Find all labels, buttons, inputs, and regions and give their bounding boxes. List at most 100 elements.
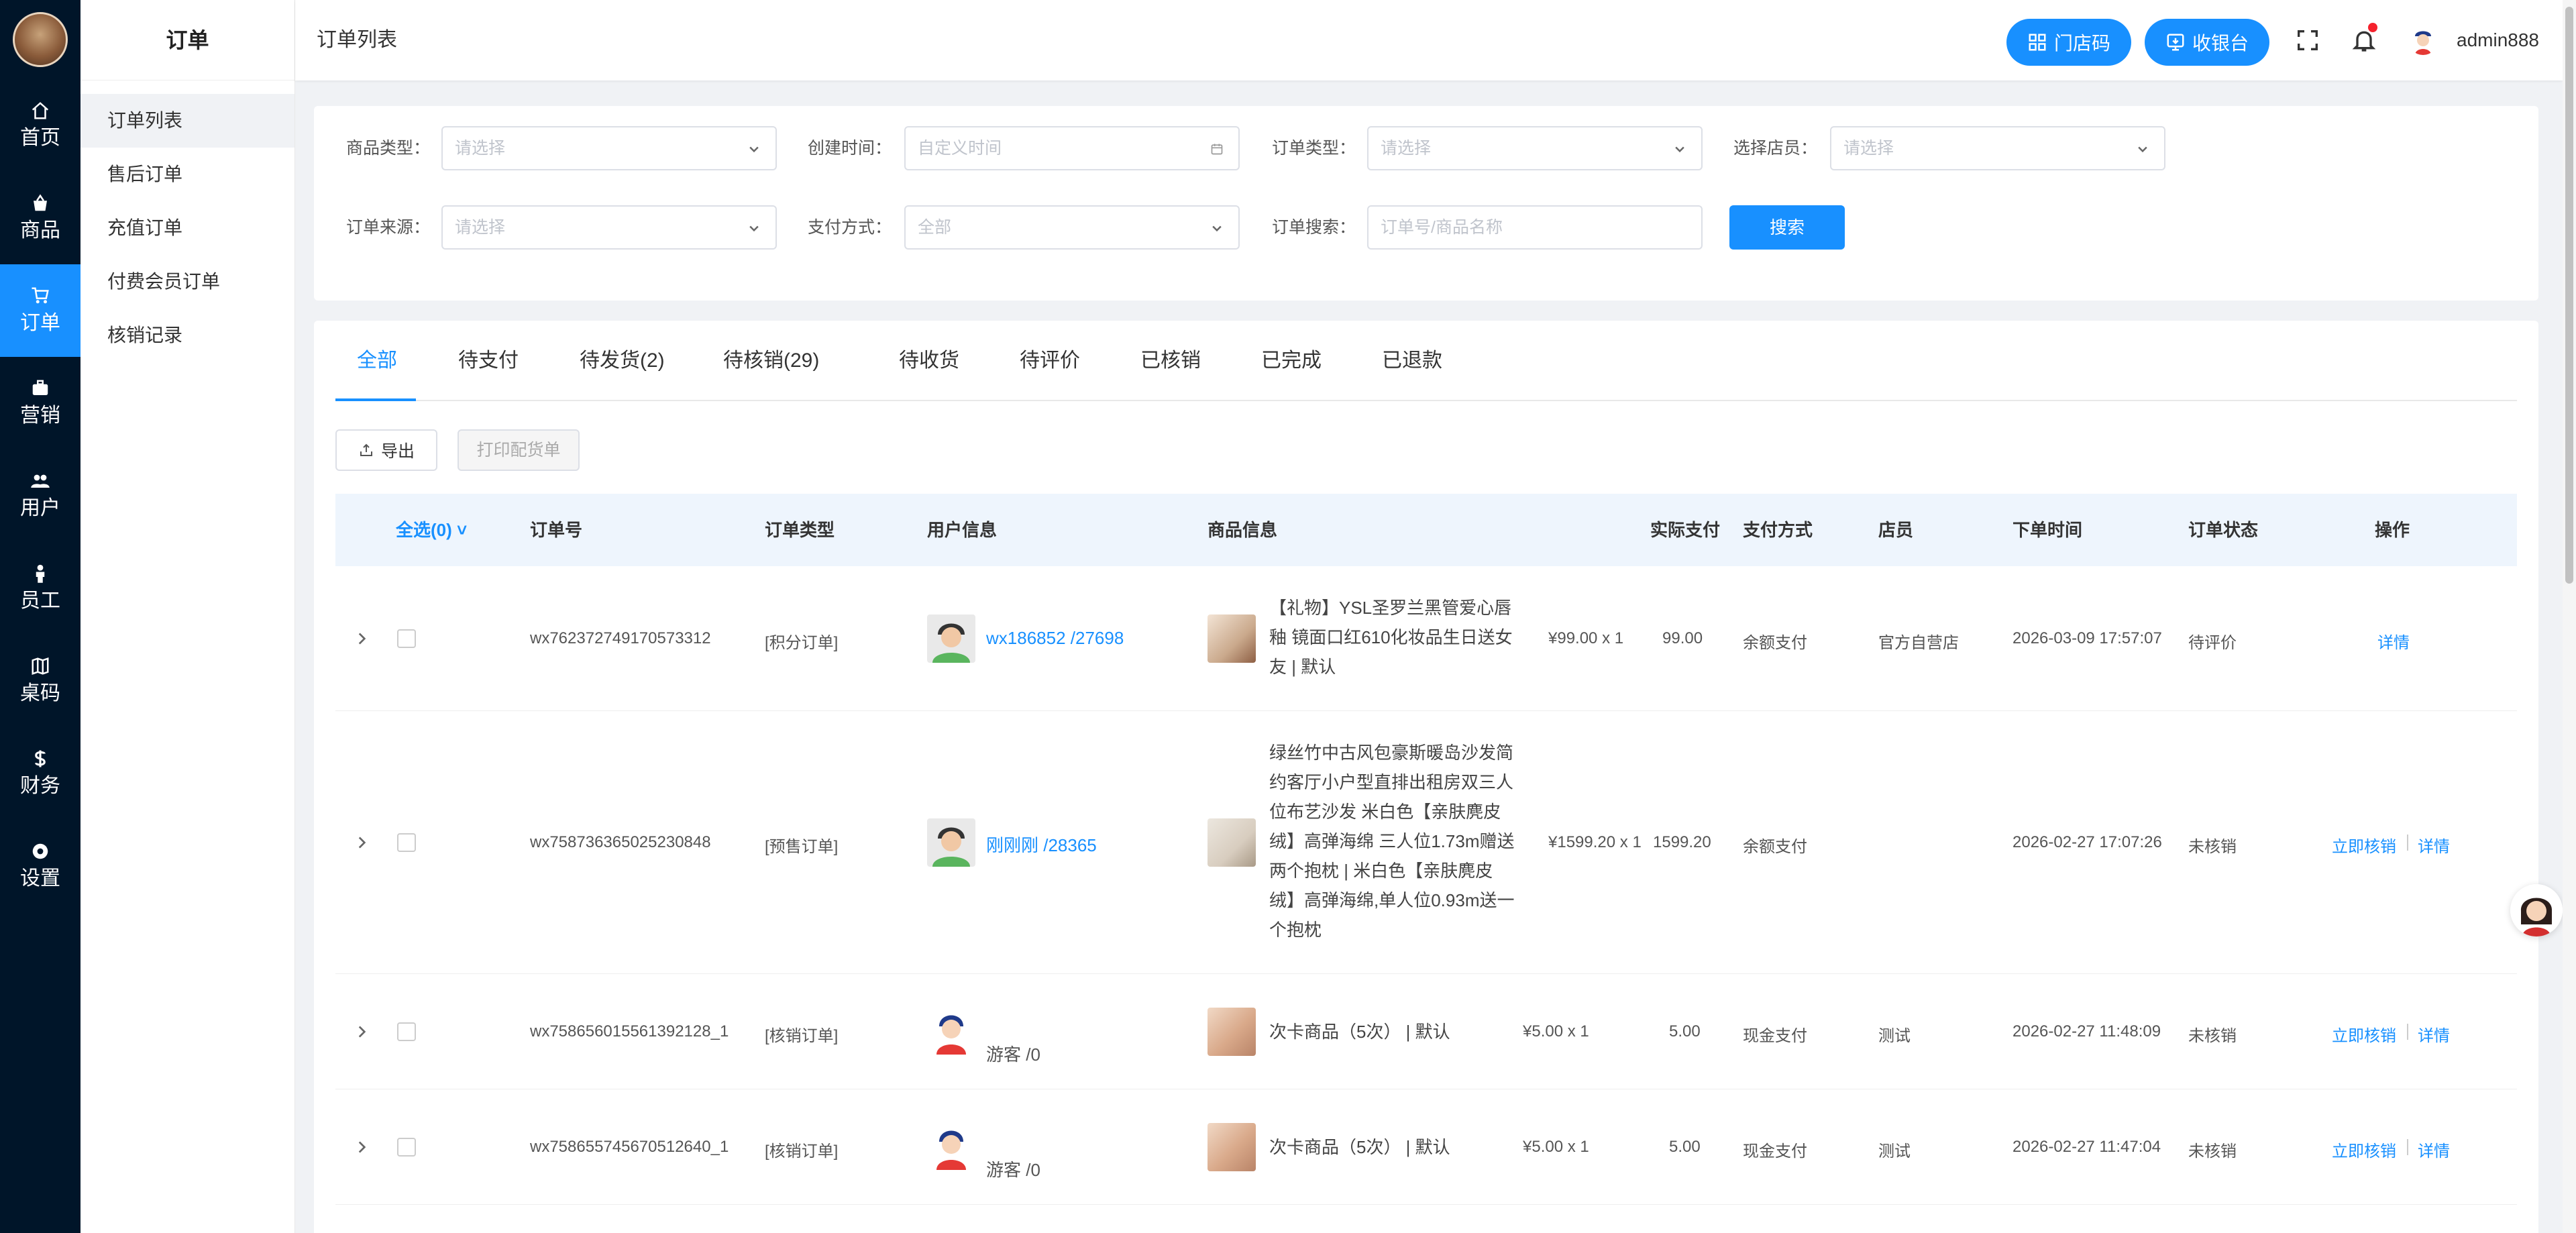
users-icon [31,474,50,488]
clerk-select[interactable]: 请选择 [1830,126,2165,170]
tab-refunded[interactable]: 已退款 [1382,321,1442,401]
detail-link[interactable]: 详情 [2418,833,2450,857]
home-icon [32,102,49,119]
search-button[interactable]: 搜索 [1729,205,1845,250]
column-order-type: 订单类型 [765,520,835,540]
scrollbar-thumb[interactable] [2565,7,2573,584]
pay-method: 现金支付 [1743,1142,1807,1161]
user-avatar [927,614,975,663]
order-time: 2026-03-09 17:57:07 [2012,629,2162,647]
row-checkbox[interactable] [397,629,416,648]
map-icon [32,657,49,675]
subnav-item-paid-member[interactable]: 付费会员订单 [80,255,294,309]
source-select[interactable]: 请选择 [441,205,777,250]
product-thumbnail [1208,1008,1256,1056]
tab-pending-receipt[interactable]: 待收货 [899,321,959,401]
detail-link[interactable]: 详情 [2418,1138,2450,1161]
chevron-right-icon[interactable] [353,630,370,647]
detail-link[interactable]: 详情 [2418,1022,2450,1046]
row-checkbox[interactable] [397,1022,416,1041]
section-title: 订单 [80,0,294,81]
source-label: 订单来源： [346,218,431,237]
customer-service-button[interactable] [2510,884,2563,936]
product-title: 绿丝竹中古风包豪斯暖岛沙发简 约客厅小户型直排出租房双三人 位布艺沙发 米白色【… [1269,743,1515,940]
row-checkbox[interactable] [397,1138,416,1157]
sidebar-item-users[interactable]: 用户 [0,449,80,542]
column-order-no: 订单号 [530,520,583,540]
user-link[interactable]: 刚刚刚 /28365 [986,832,1097,857]
chevron-down-icon [1212,225,1222,232]
select-all-label: 全选(0) [396,520,452,540]
tab-written-off[interactable]: 已核销 [1140,321,1201,401]
paid-amount: 1599.20 [1653,833,1711,851]
writeoff-now-link[interactable]: 立即核销 [2332,1022,2396,1046]
order-type-select[interactable]: 请选择 [1367,126,1703,170]
user-avatar [927,818,975,867]
price-qty: ¥5.00 x 1 [1523,1022,1589,1040]
subnav-item-after-sales[interactable]: 售后订单 [80,148,294,201]
detail-link[interactable]: 详情 [2377,629,2410,653]
clerk: 官方自营店 [1878,634,1959,652]
tab-pending-payment[interactable]: 待支付 [458,321,519,401]
select-all-dropdown[interactable]: 全选(0) ˅ [396,494,467,566]
chevron-right-icon[interactable] [353,1138,370,1156]
subnav-item-order-list[interactable]: 订单列表 [80,94,294,148]
sidebar-item-label: 设置 [20,867,60,890]
print-packing-slip-button[interactable]: 打印配货单 [458,429,580,471]
chevron-right-icon[interactable] [353,834,370,851]
sidebar-item-label: 桌码 [20,682,60,704]
tab-pending-writeoff[interactable]: 待核销(29) [723,321,819,401]
writeoff-now-link[interactable]: 立即核销 [2332,1138,2396,1161]
sidebar-item-label: 首页 [20,127,60,149]
sidebar-item-marketing[interactable]: 营销 [0,357,80,449]
created-time-picker[interactable]: 自定义时间 [904,126,1240,170]
order-type-placeholder: 请选择 [1381,139,1432,158]
subnav-item-writeoff-records[interactable]: 核销记录 [80,309,294,362]
store-code-button[interactable]: 门店码 [2006,19,2131,66]
person-icon [36,564,45,583]
column-product-info: 商品信息 [1208,520,1278,540]
subnav-item-recharge[interactable]: 充值订单 [80,201,294,255]
sidebar-item-table-code[interactable]: 桌码 [0,635,80,727]
fullscreen-icon[interactable] [2294,27,2321,54]
search-input[interactable]: 订单号/商品名称 [1367,205,1703,250]
product-type-select[interactable]: 请选择 [441,126,777,170]
sidebar-item-home[interactable]: 首页 [0,79,80,172]
row-checkbox[interactable] [397,833,416,852]
sidebar-item-finance[interactable]: 财务 [0,727,80,820]
chevron-down-icon [2138,146,2147,153]
assistant-avatar-icon [2510,884,2563,936]
cashier-button[interactable]: 收银台 [2145,19,2269,66]
order-type: [核销订单] [765,1027,839,1045]
pay-method: 余额支付 [1743,634,1807,652]
tab-all[interactable]: 全部 [357,321,397,401]
user-link[interactable]: wx186852 /27698 [986,628,1124,649]
product-thumbnail [1208,1123,1256,1171]
avatar[interactable] [2408,25,2438,55]
order-no: wx758656015561392128_1 [530,1022,729,1040]
tab-pending-review[interactable]: 待评价 [1020,321,1080,401]
logo[interactable] [0,0,80,79]
sidebar-item-staff[interactable]: 员工 [0,542,80,635]
tab-completed[interactable]: 已完成 [1261,321,1322,401]
cashier-label: 收银台 [2192,33,2249,54]
export-button[interactable]: 导出 [335,429,437,471]
sidebar-item-products[interactable]: 商品 [0,172,80,264]
username[interactable]: admin888 [2457,0,2539,81]
store-code-label: 门店码 [2053,33,2110,54]
paid-amount: 5.00 [1669,1138,1701,1156]
page-title: 订单列表 [317,29,397,51]
sidebar-item-settings[interactable]: 设置 [0,820,80,912]
clerk: 测试 [1878,1027,1911,1045]
pay-method-select[interactable]: 全部 [904,205,1240,250]
chevron-right-icon[interactable] [353,1023,370,1040]
order-status: 未核销 [2188,1027,2237,1045]
guest-user: 游客 /0 [986,1044,1040,1065]
writeoff-now-link[interactable]: 立即核销 [2332,833,2396,857]
tab-pending-shipment[interactable]: 待发货(2) [580,321,665,401]
divider [2407,835,2408,851]
calendar-icon [1211,144,1223,155]
pay-method: 余额支付 [1743,838,1807,856]
page-scrollbar[interactable] [2563,0,2576,1233]
sidebar-item-orders[interactable]: 订单 [0,264,80,357]
